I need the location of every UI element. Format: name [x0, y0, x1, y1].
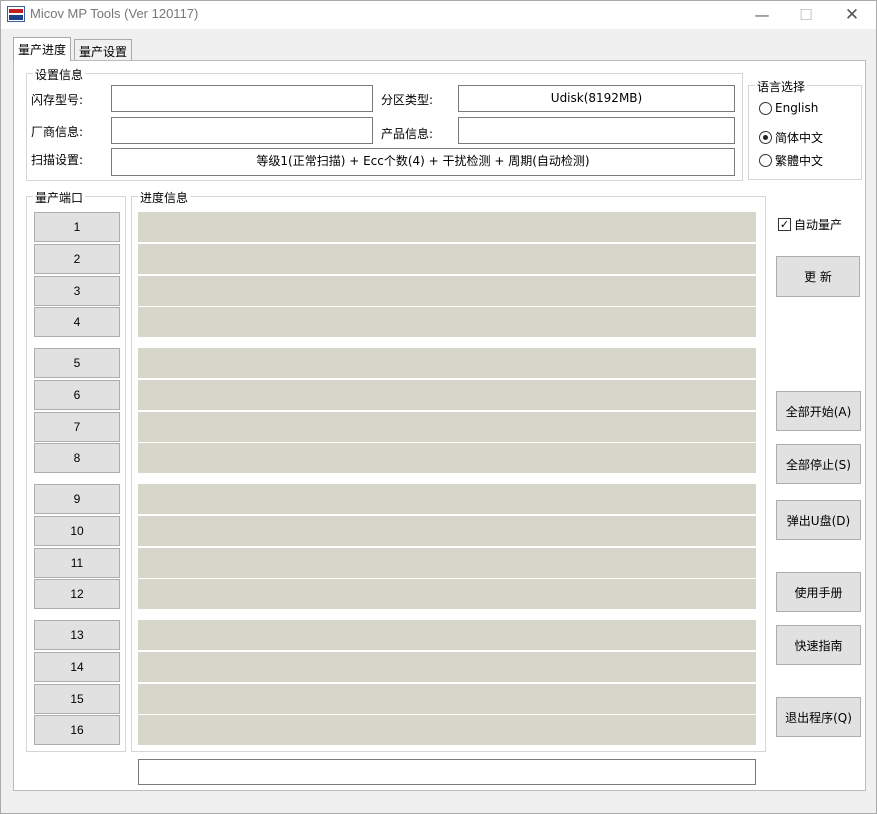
- progress-row-3: [138, 276, 756, 306]
- partition-type-label: 分区类型:: [381, 93, 434, 107]
- eject-udisk-button[interactable]: 弹出U盘(D): [776, 500, 861, 540]
- progress-row-5: [138, 348, 756, 378]
- radio-english-label: English: [775, 101, 819, 115]
- radio-english[interactable]: English: [759, 101, 818, 115]
- radio-simplified-chinese[interactable]: 简体中文: [759, 129, 823, 146]
- refresh-button[interactable]: 更 新: [776, 256, 860, 297]
- quick-guide-button[interactable]: 快速指南: [776, 625, 861, 665]
- flash-model-field[interactable]: [111, 85, 373, 112]
- port-button-14[interactable]: 14: [34, 652, 120, 682]
- port-button-12[interactable]: 12: [34, 579, 120, 609]
- vendor-info-label: 厂商信息:: [31, 125, 84, 139]
- radio-english-dot[interactable]: [759, 101, 772, 115]
- progress-row-12: [138, 579, 756, 609]
- vendor-info-field[interactable]: [111, 117, 373, 144]
- radio-traditional-chinese[interactable]: 繁體中文: [759, 152, 823, 169]
- tab-production-settings[interactable]: 量产设置: [74, 39, 133, 61]
- port-button-9[interactable]: 9: [34, 484, 120, 514]
- flash-model-label: 闪存型号:: [31, 93, 84, 107]
- partition-type-field[interactable]: Udisk(8192MB): [458, 85, 735, 112]
- port-button-13[interactable]: 13: [34, 620, 120, 650]
- progress-row-2: [138, 244, 756, 274]
- progress-row-16: [138, 715, 756, 745]
- minimize-button[interactable]: —: [739, 1, 785, 29]
- radio-simplified-chinese-dot[interactable]: [759, 131, 772, 144]
- product-info-field[interactable]: [458, 117, 735, 144]
- close-button[interactable]: ✕: [829, 1, 875, 29]
- port-button-10[interactable]: 10: [34, 516, 120, 546]
- checkmark-icon[interactable]: ✓: [778, 218, 791, 231]
- port-button-15[interactable]: 15: [34, 684, 120, 714]
- progress-legend: 进度信息: [138, 189, 191, 206]
- radio-traditional-chinese-label: 繁體中文: [775, 154, 824, 168]
- scan-setting-label: 扫描设置:: [31, 153, 84, 167]
- progress-row-6: [138, 380, 756, 410]
- exit-program-button[interactable]: 退出程序(Q): [776, 697, 861, 737]
- progress-row-11: [138, 548, 756, 578]
- progress-row-7: [138, 412, 756, 442]
- progress-row-15: [138, 684, 756, 714]
- title-bar[interactable]: Micov MP Tools (Ver 120117) — ☐ ✕: [1, 1, 876, 29]
- progress-row-8: [138, 443, 756, 473]
- app-logo-icon: [7, 6, 25, 22]
- user-manual-button[interactable]: 使用手册: [776, 572, 861, 612]
- start-all-button[interactable]: 全部开始(A): [776, 391, 861, 431]
- language-legend: 语言选择: [755, 78, 808, 95]
- progress-row-9: [138, 484, 756, 514]
- progress-row-14: [138, 652, 756, 682]
- port-button-7[interactable]: 7: [34, 412, 120, 442]
- auto-production-label: 自动量产: [794, 218, 843, 232]
- port-button-2[interactable]: 2: [34, 244, 120, 274]
- radio-simplified-chinese-label: 简体中文: [775, 131, 824, 145]
- scan-setting-field[interactable]: 等级1(正常扫描) + Ecc个数(4) + 干扰检测 + 周期(自动检测): [111, 148, 735, 176]
- port-button-16[interactable]: 16: [34, 715, 120, 745]
- settings-info-legend: 设置信息: [33, 66, 86, 83]
- progress-row-4: [138, 307, 756, 337]
- ports-legend: 量产端口: [33, 189, 86, 206]
- window-title: Micov MP Tools (Ver 120117): [30, 6, 199, 21]
- port-button-11[interactable]: 11: [34, 548, 120, 578]
- port-button-4[interactable]: 4: [34, 307, 120, 337]
- port-button-3[interactable]: 3: [34, 276, 120, 306]
- progress-row-1: [138, 212, 756, 242]
- stop-all-button[interactable]: 全部停止(S): [776, 444, 861, 484]
- port-button-8[interactable]: 8: [34, 443, 120, 473]
- maximize-button[interactable]: ☐: [783, 1, 829, 29]
- app-window: Micov MP Tools (Ver 120117) — ☐ ✕ 量产进度 量…: [0, 0, 877, 814]
- tab-production-progress[interactable]: 量产进度: [13, 37, 72, 61]
- port-button-1[interactable]: 1: [34, 212, 120, 242]
- radio-traditional-chinese-dot[interactable]: [759, 154, 772, 167]
- auto-production-checkbox[interactable]: ✓ 自动量产: [778, 216, 842, 233]
- port-button-6[interactable]: 6: [34, 380, 120, 410]
- status-bar: [138, 759, 756, 785]
- progress-row-10: [138, 516, 756, 546]
- product-info-label: 产品信息:: [381, 127, 434, 141]
- progress-row-13: [138, 620, 756, 650]
- port-button-5[interactable]: 5: [34, 348, 120, 378]
